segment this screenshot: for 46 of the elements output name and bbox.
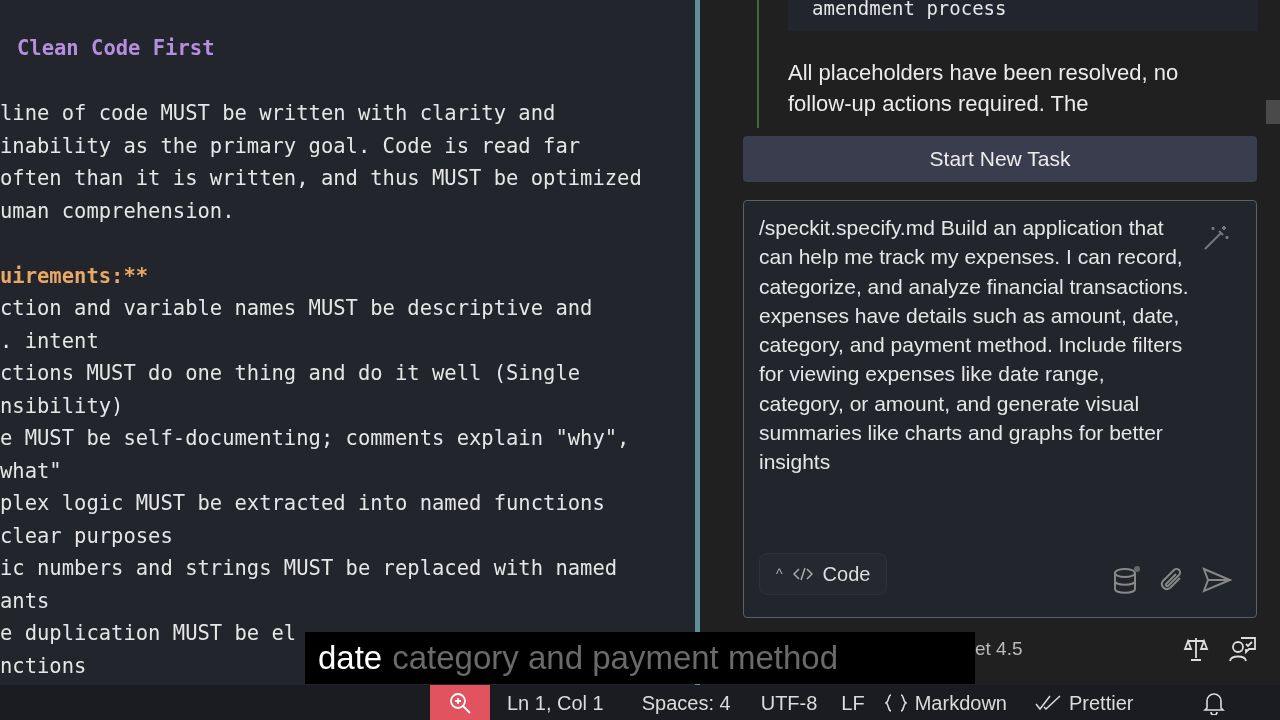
code-line: e MUST be self-documenting; comments explain "why", — [0, 426, 630, 450]
model-name[interactable]: et 4.5 — [975, 634, 1023, 664]
code-line: line of code MUST be written with clarity and — [0, 101, 556, 125]
code-line: inability as the primary goal. Code is read far — [0, 133, 581, 158]
prompt-text: /speckit.specify.md Build an application that can help me track my expenses. I can record, categorize, and analyze financial transactions. expenses have details such as amount, date, category, and payment method. Include filters for viewing expenses like date range, category, or amount, and generate visual summaries like charts and graphs for better insights — [759, 215, 1190, 476]
status-item[interactable]: LF — [841, 687, 865, 718]
code-line: nsibility) — [0, 393, 124, 418]
code-line: ction and variable names MUST be descriptive and — [0, 296, 593, 320]
code-line: often than it is written, and thus MUST be optimized — [0, 166, 642, 190]
scale-icon[interactable] — [1183, 636, 1209, 662]
database-icon[interactable] — [1112, 565, 1142, 595]
code-line: ic numbers and strings MUST be replaced with named — [0, 556, 618, 580]
scrollbar-thumb[interactable] — [1266, 100, 1280, 124]
code-line: ants — [0, 588, 50, 613]
caption-text: category and payment method — [392, 638, 838, 679]
mode-selector[interactable]: ^ Code — [759, 553, 888, 595]
send-icon[interactable] — [1202, 567, 1232, 593]
code-line: nctions — [0, 653, 87, 678]
code-line: uman comprehension. — [0, 198, 235, 223]
message-text: All placeholders have been resolved, no follow-up actions required. The — [788, 58, 1180, 118]
status-item[interactable]: Ln 1, Col 1 — [507, 687, 604, 718]
start-new-task-button[interactable]: Start New Task — [743, 136, 1257, 182]
code-line: what" — [0, 458, 62, 483]
status-item[interactable]: Markdown — [914, 687, 1007, 718]
status-item[interactable]: Spaces: 4 — [641, 687, 731, 718]
prompt-input[interactable] — [743, 200, 1257, 618]
caret-icon: ^ — [776, 563, 783, 585]
bell-icon[interactable] — [1203, 690, 1226, 715]
code-line: ctions MUST do one thing and do it well (Single — [0, 361, 581, 385]
markdown-heading: Clean Code First — [17, 36, 215, 60]
user-feedback-icon[interactable] — [1229, 636, 1257, 662]
code-block-text: amendment process — [812, 0, 1007, 19]
mode-label: Code — [822, 562, 871, 587]
code-line: . intent — [0, 328, 99, 353]
caption-spoken-word: date — [318, 638, 383, 679]
zoom-in-icon — [448, 690, 472, 715]
code-icon — [792, 566, 813, 582]
markdown-bold-text: uirements:** — [0, 263, 149, 288]
code-line: clear purposes — [0, 523, 173, 548]
code-line: e duplication MUST be el — [0, 621, 297, 645]
code-line: plex logic MUST be extracted into named functions — [0, 491, 605, 515]
zoom-button[interactable] — [430, 685, 490, 720]
status-item[interactable]: Prettier — [1068, 687, 1134, 718]
double-check-icon — [1034, 693, 1061, 712]
braces-icon — [884, 692, 907, 713]
status-item[interactable]: UTF-8 — [760, 687, 818, 718]
